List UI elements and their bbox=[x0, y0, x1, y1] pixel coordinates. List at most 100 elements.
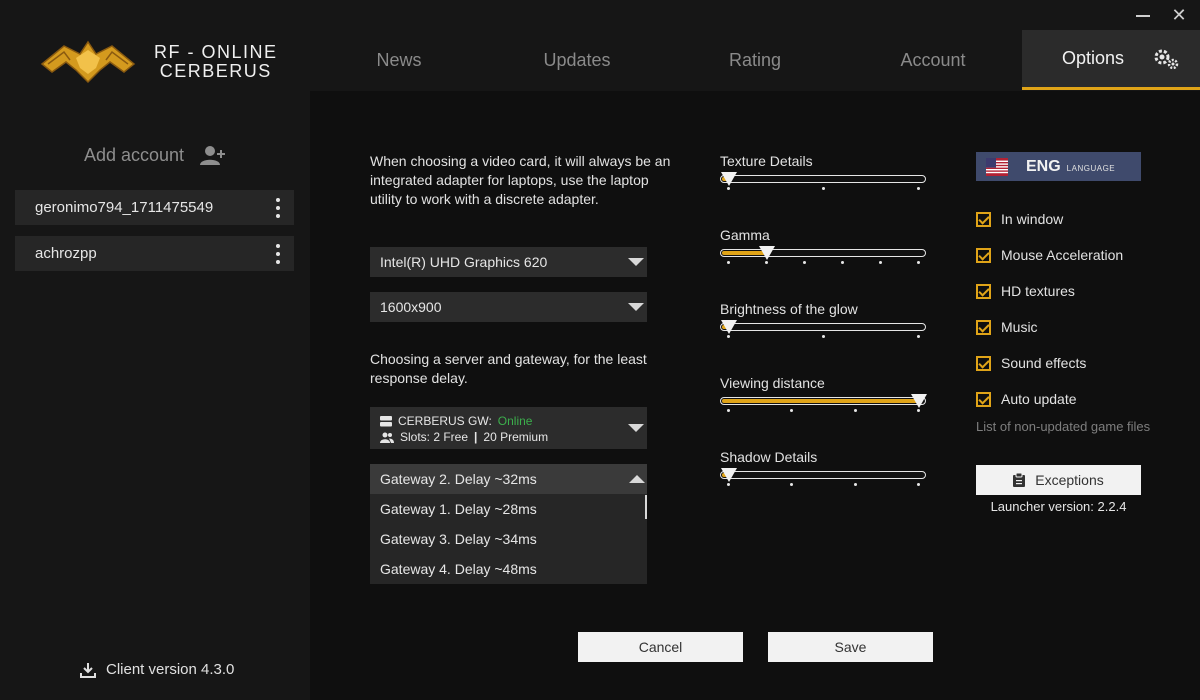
scroll-up-icon[interactable] bbox=[627, 464, 647, 494]
account-menu-icon[interactable] bbox=[272, 240, 284, 268]
slider-tick bbox=[879, 261, 882, 264]
account-item[interactable]: geronimo794_1711475549 bbox=[15, 190, 294, 225]
checkbox-in-window[interactable]: In window bbox=[976, 201, 1123, 237]
video-card-select[interactable]: Intel(R) UHD Graphics 620 bbox=[370, 247, 647, 277]
exceptions-button[interactable]: Exceptions bbox=[976, 465, 1141, 495]
slider-tick bbox=[917, 261, 920, 264]
resolution-value: 1600x900 bbox=[380, 299, 442, 315]
language-label: LANGUAGE bbox=[1066, 164, 1116, 173]
server-icon bbox=[380, 415, 392, 426]
slider-tick bbox=[727, 483, 730, 486]
slider-label: Brightness of the glow bbox=[720, 301, 858, 317]
slider-track[interactable] bbox=[720, 246, 926, 260]
add-account-button[interactable]: Add account bbox=[0, 144, 310, 166]
logo-text: RF - ONLINE CERBERUS bbox=[154, 43, 278, 81]
gateway-item[interactable]: Gateway 2. Delay ~32ms bbox=[370, 464, 647, 494]
gateway-list[interactable]: Gateway 2. Delay ~32ms Gateway 1. Delay … bbox=[370, 464, 647, 584]
tab-account[interactable]: Account bbox=[844, 30, 1022, 90]
cancel-button[interactable]: Cancel bbox=[578, 632, 743, 662]
checkbox-checked-icon bbox=[976, 211, 991, 227]
slider-label: Shadow Details bbox=[720, 449, 818, 465]
scrollbar-thumb[interactable] bbox=[645, 495, 647, 519]
checkbox-hd-textures[interactable]: HD textures bbox=[976, 273, 1123, 309]
checkbox-label: HD textures bbox=[1001, 283, 1075, 299]
checkbox-label: Sound effects bbox=[1001, 355, 1087, 371]
option-checkboxes: In window Mouse Acceleration HD textures… bbox=[976, 201, 1123, 417]
chevron-down-icon bbox=[625, 247, 647, 277]
save-button[interactable]: Save bbox=[768, 632, 933, 662]
checkbox-label: Auto update bbox=[1001, 391, 1077, 407]
language-code: ENG bbox=[1026, 157, 1061, 175]
add-user-icon bbox=[200, 146, 226, 165]
tab-news[interactable]: News bbox=[310, 30, 488, 90]
slider-track[interactable] bbox=[720, 320, 926, 334]
tab-options[interactable]: Options bbox=[1022, 30, 1200, 90]
slider-tick bbox=[727, 409, 730, 412]
slider-tick bbox=[727, 261, 730, 264]
slots-premium: 20 Premium bbox=[483, 430, 549, 444]
logo-line2: CERBERUS bbox=[159, 61, 272, 81]
slider-tick bbox=[790, 483, 794, 486]
server-select[interactable]: CERBERUS GW: Online Slots: 2 Free | 20 P… bbox=[370, 407, 647, 449]
gateway-item[interactable]: Gateway 1. Delay ~28ms bbox=[370, 494, 647, 524]
slider-tick bbox=[917, 409, 920, 412]
client-version: Client version 4.3.0 bbox=[80, 661, 234, 678]
tab-rating[interactable]: Rating bbox=[666, 30, 844, 90]
gateway-item[interactable]: Gateway 4. Delay ~48ms bbox=[370, 554, 647, 584]
logo-line1: RF - ONLINE bbox=[154, 42, 278, 62]
slider-tick bbox=[853, 483, 857, 486]
checkbox-sound-effects[interactable]: Sound effects bbox=[976, 345, 1123, 381]
non-updated-files-note: List of non-updated game files bbox=[976, 419, 1151, 434]
account-menu-icon[interactable] bbox=[272, 194, 284, 222]
slider-track[interactable] bbox=[720, 172, 926, 186]
checkbox-checked-icon bbox=[976, 247, 991, 263]
resolution-select[interactable]: 1600x900 bbox=[370, 292, 647, 322]
server-status: Online bbox=[497, 414, 533, 428]
options-panel: When choosing a video card, it will alwa… bbox=[310, 91, 1200, 700]
slider-label: Viewing distance bbox=[720, 375, 825, 391]
slider-label: Gamma bbox=[720, 227, 770, 243]
server-name-row: CERBERUS GW: Online bbox=[380, 413, 647, 429]
gears-icon bbox=[1154, 49, 1179, 69]
slider-tick bbox=[727, 335, 730, 338]
tab-updates[interactable]: Updates bbox=[488, 30, 666, 90]
slider-tick bbox=[841, 261, 844, 264]
slider-tick bbox=[822, 335, 825, 338]
slider-tick bbox=[917, 187, 920, 190]
slider-tick bbox=[765, 261, 768, 264]
checkbox-music[interactable]: Music bbox=[976, 309, 1123, 345]
language-button[interactable]: ENG LANGUAGE bbox=[976, 152, 1141, 181]
client-version-text: Client version 4.3.0 bbox=[106, 661, 235, 678]
close-icon[interactable]: ✕ bbox=[1170, 6, 1188, 24]
slots-separator: | bbox=[474, 430, 478, 444]
slider-tick bbox=[822, 187, 825, 190]
clipboard-icon bbox=[1013, 473, 1026, 487]
exceptions-label: Exceptions bbox=[1035, 472, 1104, 488]
window-controls: ✕ bbox=[1134, 6, 1188, 24]
gateway-item[interactable]: Gateway 3. Delay ~34ms bbox=[370, 524, 647, 554]
checkbox-mouse-acceleration[interactable]: Mouse Acceleration bbox=[976, 237, 1123, 273]
slider-tick bbox=[853, 409, 857, 412]
slider-track[interactable] bbox=[720, 394, 927, 408]
launcher-version: Launcher version: 2.2.4 bbox=[990, 499, 1127, 514]
slider-ticks bbox=[720, 479, 926, 489]
chevron-down-icon bbox=[625, 292, 647, 322]
account-item[interactable]: achrozpp bbox=[15, 236, 294, 271]
slider-ticks bbox=[720, 331, 926, 341]
checkbox-auto-update[interactable]: Auto update bbox=[976, 381, 1123, 417]
server-slots-row: Slots: 2 Free | 20 Premium bbox=[380, 429, 647, 445]
account-list: geronimo794_1711475549 achrozpp bbox=[15, 190, 294, 282]
slider-track[interactable] bbox=[720, 468, 926, 482]
slider-tick bbox=[790, 409, 794, 412]
slider-viewing-distance: Viewing distance bbox=[720, 375, 930, 415]
checkbox-checked-icon bbox=[976, 391, 991, 407]
video-card-hint: When choosing a video card, it will alwa… bbox=[370, 153, 671, 207]
slider-tick bbox=[727, 187, 730, 190]
checkbox-checked-icon bbox=[976, 355, 991, 371]
slots-free: Slots: 2 Free bbox=[400, 430, 469, 444]
slider-tick bbox=[917, 483, 920, 486]
account-name: achrozpp bbox=[35, 245, 97, 262]
minimize-icon[interactable] bbox=[1134, 6, 1152, 24]
server-hint: Choosing a server and gateway, for the l… bbox=[370, 351, 647, 386]
video-card-value: Intel(R) UHD Graphics 620 bbox=[380, 254, 548, 270]
